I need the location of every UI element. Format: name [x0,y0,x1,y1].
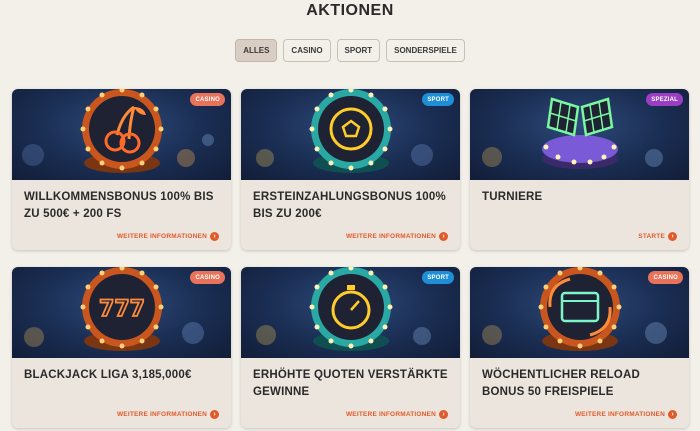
page-title: AKTIONEN [306,2,394,19]
promo-card[interactable]: CASINO WILLKOMMENSBONUS 100% BIS ZU 500€… [12,89,231,250]
more-info-link[interactable]: WEITERE INFORMATIONEN › [346,410,448,419]
card-title: ERHÖHTE QUOTEN VERSTÄRKTE GEWINNE [253,369,448,398]
more-info-link[interactable]: WEITERE INFORMATIONEN › [575,410,677,419]
category-badge: CASINO [190,93,225,106]
link-label: WEITERE INFORMATIONEN [574,411,665,418]
promo-card[interactable]: CASINO WÖCHENTLICHER RELOAD BONUS 50 FRE… [470,267,689,428]
more-info-link[interactable]: WEITERE INFORMATIONEN › [346,232,448,241]
link-label: WEITERE INFORMATIONEN [116,411,207,418]
category-badge: SPORT [422,271,454,284]
filter-special-games[interactable]: SONDERSPIELE [386,39,465,62]
chevron-right-icon: › [210,410,219,419]
category-badge: CASINO [648,271,683,284]
more-info-link[interactable]: WEITERE INFORMATIONEN › [117,232,219,241]
promo-card[interactable]: SPORT ERHÖHTE QUOTEN VERSTÄRKTE GEWINNE … [241,267,460,428]
football-icon [309,89,393,173]
filter-sport[interactable]: SPORT [336,39,381,62]
calendar-reload-icon [538,267,622,351]
filter-all[interactable]: ALLES [235,39,278,62]
promo-card[interactable]: 777 CASINO BLACKJACK LIGA 3,185,000€ WEI… [12,267,231,428]
triple-seven-icon: 777 [80,267,164,351]
link-label: STARTE [638,233,665,240]
promo-card[interactable]: SPEZIAL TURNIERE STARTE › [470,89,689,250]
chevron-right-icon: › [439,232,448,241]
chevron-right-icon: › [668,410,677,419]
cherries-icon [80,89,164,173]
chevron-right-icon: › [668,232,677,241]
stopwatch-icon [309,267,393,351]
filter-bar: ALLES CASINO SPORT SONDERSPIELE [0,39,700,62]
category-badge: SPEZIAL [646,93,683,106]
promo-card[interactable]: SPORT ERSTEINZAHLUNGSBONUS 100% BIS ZU 2… [241,89,460,250]
chevron-right-icon: › [210,232,219,241]
link-label: WEITERE INFORMATIONEN [345,411,436,418]
checkered-flags-icon [542,97,618,169]
svg-text:777: 777 [99,297,145,322]
category-badge: SPORT [422,93,454,106]
link-label: WEITERE INFORMATIONEN [345,233,436,240]
start-link[interactable]: STARTE › [638,232,677,241]
card-title: WILLKOMMENSBONUS 100% BIS ZU 500€ + 200 … [24,191,214,220]
link-label: WEITERE INFORMATIONEN [116,233,207,240]
chevron-right-icon: › [439,410,448,419]
card-title: BLACKJACK LIGA 3,185,000€ [24,369,192,381]
category-badge: CASINO [190,271,225,284]
filter-casino[interactable]: CASINO [283,39,331,62]
card-title: ERSTEINZAHLUNGSBONUS 100% BIS ZU 200€ [253,191,446,220]
card-title: WÖCHENTLICHER RELOAD BONUS 50 FREISPIELE [482,369,640,398]
more-info-link[interactable]: WEITERE INFORMATIONEN › [117,410,219,419]
card-title: TURNIERE [482,191,543,203]
